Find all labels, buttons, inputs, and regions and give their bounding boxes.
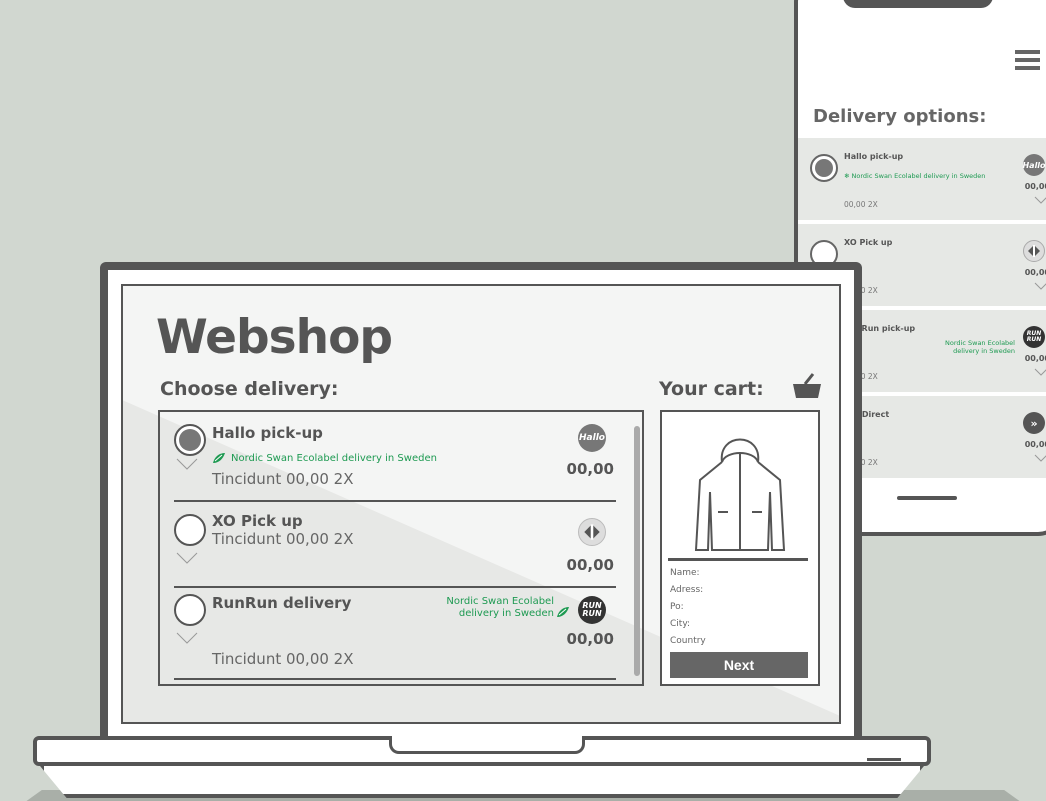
chevron-down-icon[interactable] (1034, 368, 1046, 376)
ecolabel-text: Nordic Swan Ecolabel delivery in Sweden (212, 452, 437, 464)
cart-name-field[interactable]: Name: (670, 568, 700, 578)
option-price: 00,00 (1024, 354, 1046, 363)
runrun-logo: RUN RUN (1023, 326, 1045, 348)
option-name: XO Pick up (844, 238, 893, 247)
laptop-lid: Webshop Choose delivery: Your cart: Hall… (100, 262, 862, 744)
radio-selected[interactable] (810, 154, 838, 182)
chevron-down-icon[interactable] (1034, 454, 1046, 462)
chevron-down-icon[interactable] (1034, 196, 1046, 204)
cart-country-field[interactable]: Country (670, 636, 706, 646)
chevron-down-icon[interactable] (176, 632, 198, 644)
ecolabel-leaf-icon: ❄ (844, 172, 850, 180)
delivery-options-list[interactable]: Hallo pick-up Nordic Swan Ecolabel deliv… (158, 410, 644, 686)
ecolabel-text: ❄ Nordic Swan Ecolabel delivery in Swede… (844, 172, 986, 180)
basket-icon[interactable] (791, 372, 823, 400)
jacket-image (694, 438, 786, 551)
delivery-option-xo[interactable]: XO Pick up Tincidunt 00,00 2X 00,00 (160, 508, 618, 588)
delivery-option-hallo[interactable]: Hallo pick-up Nordic Swan Ecolabel deliv… (160, 412, 618, 502)
xo-logo (578, 518, 606, 546)
option-price: 00,00 (566, 630, 614, 648)
option-price: 00,00 (1024, 268, 1046, 277)
chevron-down-icon[interactable] (176, 458, 198, 470)
phone-page-title: Delivery options: (813, 106, 987, 127)
option-tincidunt: Tincidunt 00,00 2X (212, 650, 354, 668)
cart-heading: Your cart: (659, 378, 764, 400)
chevron-down-icon[interactable] (1034, 282, 1046, 290)
hallo-logo: Hallo (578, 424, 606, 452)
list-scrollbar[interactable] (634, 426, 640, 676)
cart-address-field[interactable]: Adress: (670, 585, 703, 595)
xo-logo (1023, 240, 1045, 262)
laptop-opening-notch (389, 736, 585, 754)
cart-city-field[interactable]: City: (670, 619, 690, 629)
option-tincidunt: Tincidunt 00,00 2X (212, 470, 354, 488)
cart-po-field[interactable]: Po: (670, 602, 684, 612)
hamburger-menu-icon[interactable] (1015, 50, 1040, 70)
phone-home-indicator (897, 496, 957, 500)
phone-delivery-option-hallo[interactable]: Hallo pick-up ❄ Nordic Swan Ecolabel del… (798, 138, 1046, 220)
runrun-logo: RUN RUN (578, 596, 606, 624)
radio-unselected[interactable] (174, 594, 206, 626)
ecolabel-leaf-icon (213, 453, 225, 463)
option-price: 00,00 (566, 556, 614, 574)
option-name: Hallo pick-up (212, 424, 323, 442)
ecolabel-leaf-icon (557, 607, 569, 617)
option-name: RunRun delivery (212, 594, 352, 612)
page-title: Webshop (156, 310, 393, 365)
option-price: 00,00 (1024, 182, 1046, 191)
option-price: 00,00 (566, 460, 614, 478)
hallo-logo: Hallo (1022, 154, 1046, 176)
delivery-option-runrun[interactable]: RunRun delivery Nordic Swan Ecolabel deli… (160, 588, 618, 680)
laptop-base-bottom (40, 766, 924, 798)
option-name: XO Pick up (212, 512, 303, 530)
chevron-down-icon[interactable] (176, 552, 198, 564)
laptop-screen: Webshop Choose delivery: Your cart: Hall… (121, 284, 841, 724)
choose-delivery-heading: Choose delivery: (160, 378, 339, 400)
option-tincidunt: Tincidunt 00,00 2X (212, 530, 354, 548)
laptop-screen-frame: Webshop Choose delivery: Your cart: Hall… (108, 270, 854, 736)
radio-selected[interactable] (174, 424, 206, 456)
laptop-indicator (867, 758, 901, 761)
option-tincidunt: 00,00 2X (844, 200, 878, 209)
option-name: Hallo pick-up (844, 152, 904, 161)
n-direct-logo: » (1023, 412, 1045, 434)
ecolabel-text: Nordic Swan Ecolabel delivery in Sweden (945, 339, 1015, 355)
ecolabel-text: Nordic Swan Ecolabel delivery in Sweden (446, 596, 554, 619)
cart-divider (668, 558, 808, 561)
radio-unselected[interactable] (174, 514, 206, 546)
cart-panel: Name: Adress: Po: City: Country Next (660, 410, 820, 686)
option-price: 00,00 (1024, 440, 1046, 449)
laptop-base (33, 736, 931, 766)
next-button[interactable]: Next (670, 652, 808, 678)
phone-notch (843, 0, 993, 8)
